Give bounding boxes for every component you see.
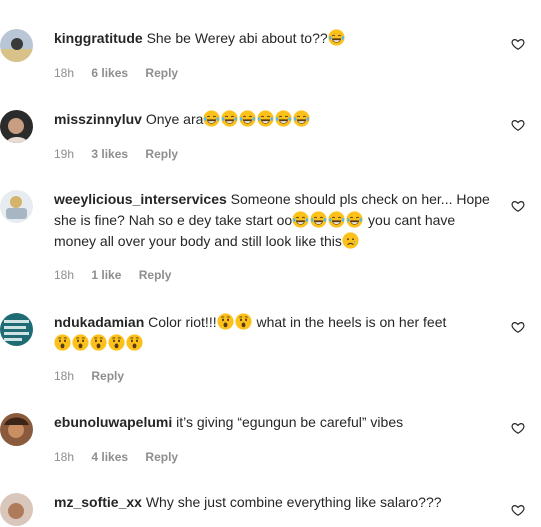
comment-text: Color riot!!! <box>148 314 217 330</box>
emoji-group <box>217 313 253 330</box>
laughing-tears-emoji <box>310 211 327 228</box>
emoji-group <box>328 29 346 46</box>
emoji-group <box>292 211 364 228</box>
laughing-tears-emoji <box>257 110 274 127</box>
laughing-tears-emoji <box>275 110 292 127</box>
sad-tear-emoji <box>342 232 359 249</box>
comment-body: mz_softie_xx Why she just combine everyt… <box>54 492 496 513</box>
reply-button[interactable]: Reply <box>145 147 178 161</box>
comment-time: 19h <box>54 147 75 161</box>
comment-time: 18h <box>54 66 75 80</box>
laughing-tears-emoji <box>203 110 220 127</box>
comment-meta: 19h 3 likes Reply <box>54 147 192 161</box>
comment-likes[interactable]: 1 like <box>91 268 121 282</box>
astonished-emoji <box>54 334 71 351</box>
reply-button[interactable]: Reply <box>145 66 178 80</box>
comment-text: Onye ara <box>145 111 204 127</box>
laughing-tears-emoji <box>292 211 309 228</box>
heart-outline-icon[interactable] <box>511 503 525 517</box>
heart-outline-icon[interactable] <box>511 199 525 213</box>
comment-meta: 18h Reply <box>54 369 138 383</box>
heart-outline-icon[interactable] <box>511 118 525 132</box>
astonished-emoji <box>126 334 143 351</box>
laughing-tears-emoji <box>328 29 345 46</box>
avatar[interactable] <box>0 110 33 143</box>
reply-button[interactable]: Reply <box>139 268 172 282</box>
comment-likes[interactable]: 4 likes <box>91 450 128 464</box>
comment-time: 18h <box>54 450 75 464</box>
heart-outline-icon[interactable] <box>511 320 525 334</box>
avatar[interactable] <box>0 313 33 346</box>
heart-outline-icon[interactable] <box>511 37 525 51</box>
emoji-group <box>54 334 144 351</box>
comment-meta: 18h 4 likes Reply <box>54 450 192 464</box>
laughing-tears-emoji <box>239 110 256 127</box>
comment-username[interactable]: ebunoluwapelumi <box>54 414 172 430</box>
comment-username[interactable]: weeylicious_interservices <box>54 191 227 207</box>
heart-outline-icon[interactable] <box>511 421 525 435</box>
comment-meta: 18h 6 likes Reply <box>54 66 192 80</box>
comment-body: weeylicious_interservices Someone should… <box>54 189 496 252</box>
laughing-tears-emoji <box>328 211 345 228</box>
comment-meta: 18h 1 like Reply <box>54 268 185 282</box>
comment-text-continued: what in the heels is on her feet <box>256 314 447 330</box>
laughing-tears-emoji <box>293 110 310 127</box>
comment-body: ndukadamian Color riot!!! what in the he… <box>54 312 496 354</box>
reply-button[interactable]: Reply <box>91 369 124 383</box>
comment-body: misszinnyluv Onye ara <box>54 109 496 130</box>
comment-body: kinggratitude She be Werey abi about to?… <box>54 28 496 49</box>
emoji-group <box>203 110 311 127</box>
comment-body: ebunoluwapelumi it’s giving “egungun be … <box>54 412 496 433</box>
comment-time: 18h <box>54 369 75 383</box>
avatar[interactable] <box>0 29 33 62</box>
astonished-emoji <box>108 334 125 351</box>
avatar[interactable] <box>0 190 33 223</box>
astonished-emoji <box>90 334 107 351</box>
comment-text: it’s giving “egungun be careful” vibes <box>176 414 404 430</box>
comment-likes[interactable]: 6 likes <box>91 66 128 80</box>
laughing-tears-emoji <box>346 211 363 228</box>
comment-username[interactable]: mz_softie_xx <box>54 494 142 510</box>
comment-username[interactable]: ndukadamian <box>54 314 144 330</box>
astonished-emoji <box>217 313 234 330</box>
comment-username[interactable]: misszinnyluv <box>54 111 142 127</box>
comment-time: 18h <box>54 268 75 282</box>
reply-button[interactable]: Reply <box>145 450 178 464</box>
comment-likes[interactable]: 3 likes <box>91 147 128 161</box>
astonished-emoji <box>235 313 252 330</box>
avatar[interactable] <box>0 493 33 526</box>
comment-text: She be Werey abi about to?? <box>146 30 328 46</box>
comments-list: kinggratitude She be Werey abi about to?… <box>0 0 541 527</box>
laughing-tears-emoji <box>221 110 238 127</box>
astonished-emoji <box>72 334 89 351</box>
avatar[interactable] <box>0 413 33 446</box>
comment-username[interactable]: kinggratitude <box>54 30 143 46</box>
comment-text: Why she just combine everything like sal… <box>145 494 442 510</box>
